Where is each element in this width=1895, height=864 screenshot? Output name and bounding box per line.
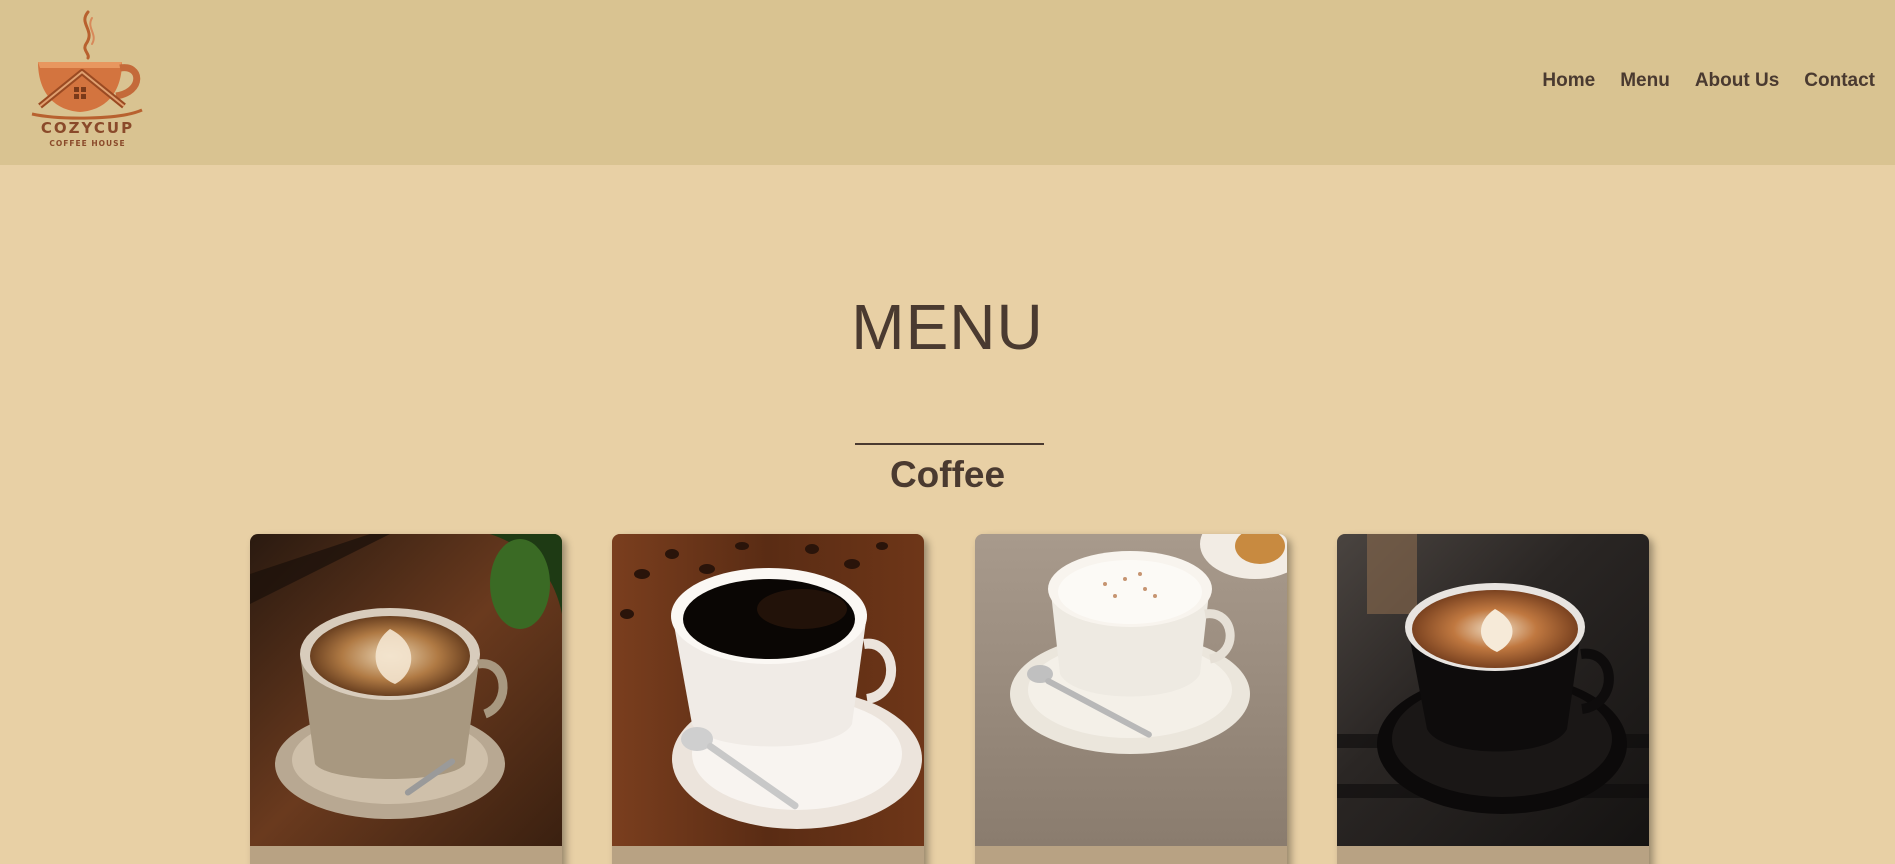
- menu-card[interactable]: [612, 534, 924, 864]
- nav-menu[interactable]: Menu: [1620, 70, 1670, 92]
- black-cup-latte-image: [1337, 534, 1649, 846]
- section-title: Coffee: [889, 454, 1006, 495]
- latte-art-cup-image: [250, 534, 562, 846]
- nav-home[interactable]: Home: [1542, 70, 1595, 92]
- nav-about-us[interactable]: About Us: [1695, 70, 1779, 92]
- brand-name: COZYCUP: [40, 119, 135, 137]
- nav-contact[interactable]: Contact: [1804, 70, 1875, 92]
- black-coffee-cup-image: [612, 534, 924, 846]
- brand-tagline: COFFEE HOUSE: [49, 139, 126, 148]
- brand-logo[interactable]: COZYCUP COFFEE HOUSE: [30, 10, 145, 155]
- coffee-house-logo-icon: [31, 10, 143, 120]
- page-title: MENU: [851, 291, 1044, 363]
- menu-card[interactable]: [250, 534, 562, 864]
- section-divider: [855, 443, 1044, 445]
- cappuccino-cup-image: [975, 534, 1287, 846]
- menu-card[interactable]: [1337, 534, 1649, 864]
- site-header: COZYCUP COFFEE HOUSE Home Menu About Us …: [0, 0, 1895, 165]
- menu-card[interactable]: [975, 534, 1287, 864]
- main-nav: Home Menu About Us Contact: [1542, 70, 1875, 92]
